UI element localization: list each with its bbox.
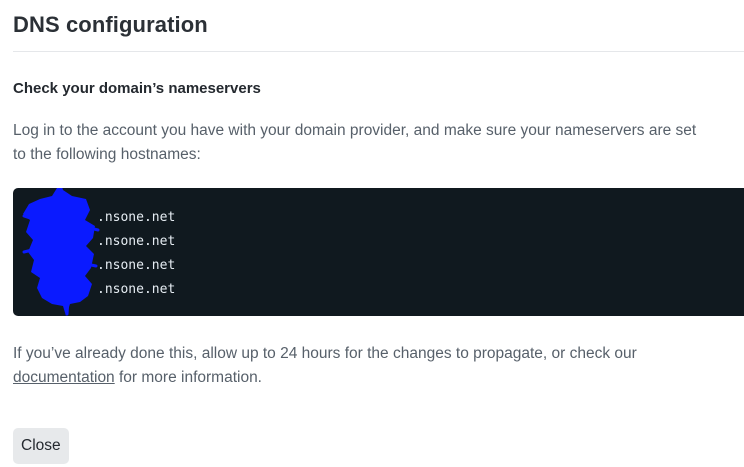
nameserver-domain: .nsone.net <box>97 282 176 297</box>
nameserver-domain: .nsone.net <box>97 258 176 273</box>
propagation-note-text: If you’ve already done this, allow up to… <box>13 345 637 362</box>
close-button[interactable]: Close <box>13 428 69 464</box>
section-heading: Check your domain’s nameservers <box>13 80 261 97</box>
nameserver-domain: .nsone.net <box>97 234 176 249</box>
nameserver-domain: .nsone.net <box>97 210 176 225</box>
dialog-title: DNS configuration <box>13 12 208 37</box>
instructions-text: Log in to the account you have with your… <box>13 122 697 163</box>
redaction-scribble <box>22 188 100 316</box>
propagation-note: If you’ve already done this, allow up to… <box>13 342 713 390</box>
nameserver-code-block[interactable]: .nsone.net .nsone.net .nsone.net .nsone.… <box>13 188 744 316</box>
documentation-link[interactable]: documentation <box>13 369 115 386</box>
dialog-header: DNS configuration <box>13 0 744 52</box>
propagation-note-suffix: for more information. <box>114 369 262 386</box>
